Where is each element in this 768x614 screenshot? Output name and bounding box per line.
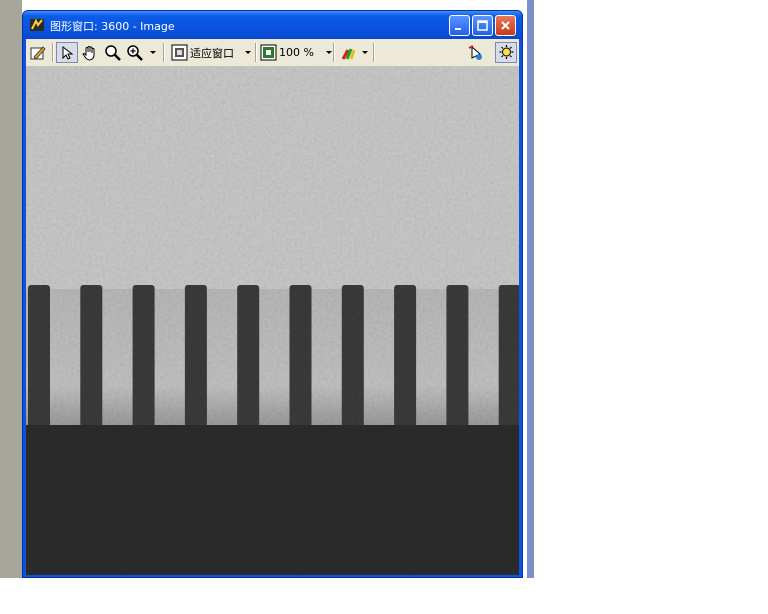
comb-tooth	[80, 285, 103, 427]
pointer-tool-button[interactable]	[56, 42, 78, 63]
maximize-icon	[477, 20, 488, 31]
region-tool-button[interactable]	[467, 42, 485, 63]
zoom-level-dropdown[interactable]: 100 %	[260, 42, 332, 63]
minimize-button[interactable]	[449, 15, 470, 36]
magnifier-icon	[105, 44, 121, 61]
comb-tooth	[28, 285, 50, 427]
chevron-down-icon	[325, 51, 332, 54]
toolbar-separator	[52, 43, 54, 62]
pan-tool-button[interactable]	[81, 42, 99, 63]
chevron-down-icon	[150, 51, 156, 54]
fit-window-dropdown[interactable]: 适应窗口	[171, 42, 251, 63]
hand-icon	[82, 45, 95, 61]
edit-tool-button[interactable]	[29, 42, 47, 63]
bottom-dark-region	[26, 425, 519, 575]
toolbar-separator	[333, 43, 335, 62]
zoom-level-label: 100 %	[279, 46, 314, 59]
comb-tooth	[289, 285, 312, 427]
desktop-edge	[527, 0, 534, 578]
pointer-icon	[62, 45, 74, 60]
comb-tooth	[394, 285, 417, 427]
comb-tooth	[237, 285, 260, 427]
settings-tool-button[interactable]	[495, 42, 517, 63]
app-icon	[29, 17, 45, 33]
color-brush-icon	[341, 47, 356, 60]
close-icon	[501, 21, 510, 30]
paint-color-dropdown[interactable]	[340, 42, 368, 63]
toolbar-separator	[255, 43, 257, 62]
comb-tooth	[184, 285, 207, 427]
close-button[interactable]	[495, 15, 516, 36]
magnify-tool-button[interactable]	[104, 42, 122, 63]
zoom-level-icon	[260, 44, 277, 61]
toolbar-separator	[373, 43, 375, 62]
top-bright-region	[26, 67, 519, 289]
title-bar[interactable]: 图形窗口: 3600 - Image	[23, 11, 522, 39]
fit-window-icon	[171, 44, 188, 61]
window-title: 图形窗口: 3600 - Image	[50, 20, 175, 33]
toolbar: 适应窗口 100 %	[26, 39, 519, 67]
edit-image-icon	[30, 45, 46, 60]
comb-tooth	[341, 285, 364, 427]
comb-tooth	[446, 285, 469, 427]
region-select-icon	[468, 44, 482, 60]
zoom-in-dropdown[interactable]	[126, 42, 156, 63]
toolbar-separator	[163, 43, 165, 62]
graphics-window: 图形窗口: 3600 - Image 适应窗口 100 %	[22, 10, 523, 578]
chevron-down-icon	[245, 51, 251, 54]
fit-window-label: 适应窗口	[190, 46, 234, 60]
comb-tooth	[498, 285, 519, 427]
chevron-down-icon	[362, 51, 368, 54]
lightbulb-gear-icon	[499, 45, 513, 59]
maximize-button[interactable]	[472, 15, 493, 36]
zoom-in-icon	[127, 44, 143, 61]
desktop-background	[0, 0, 22, 578]
grayscale-image	[26, 67, 519, 575]
minimize-icon	[455, 28, 461, 30]
image-display-area[interactable]	[26, 67, 519, 575]
comb-tooth	[132, 285, 155, 427]
